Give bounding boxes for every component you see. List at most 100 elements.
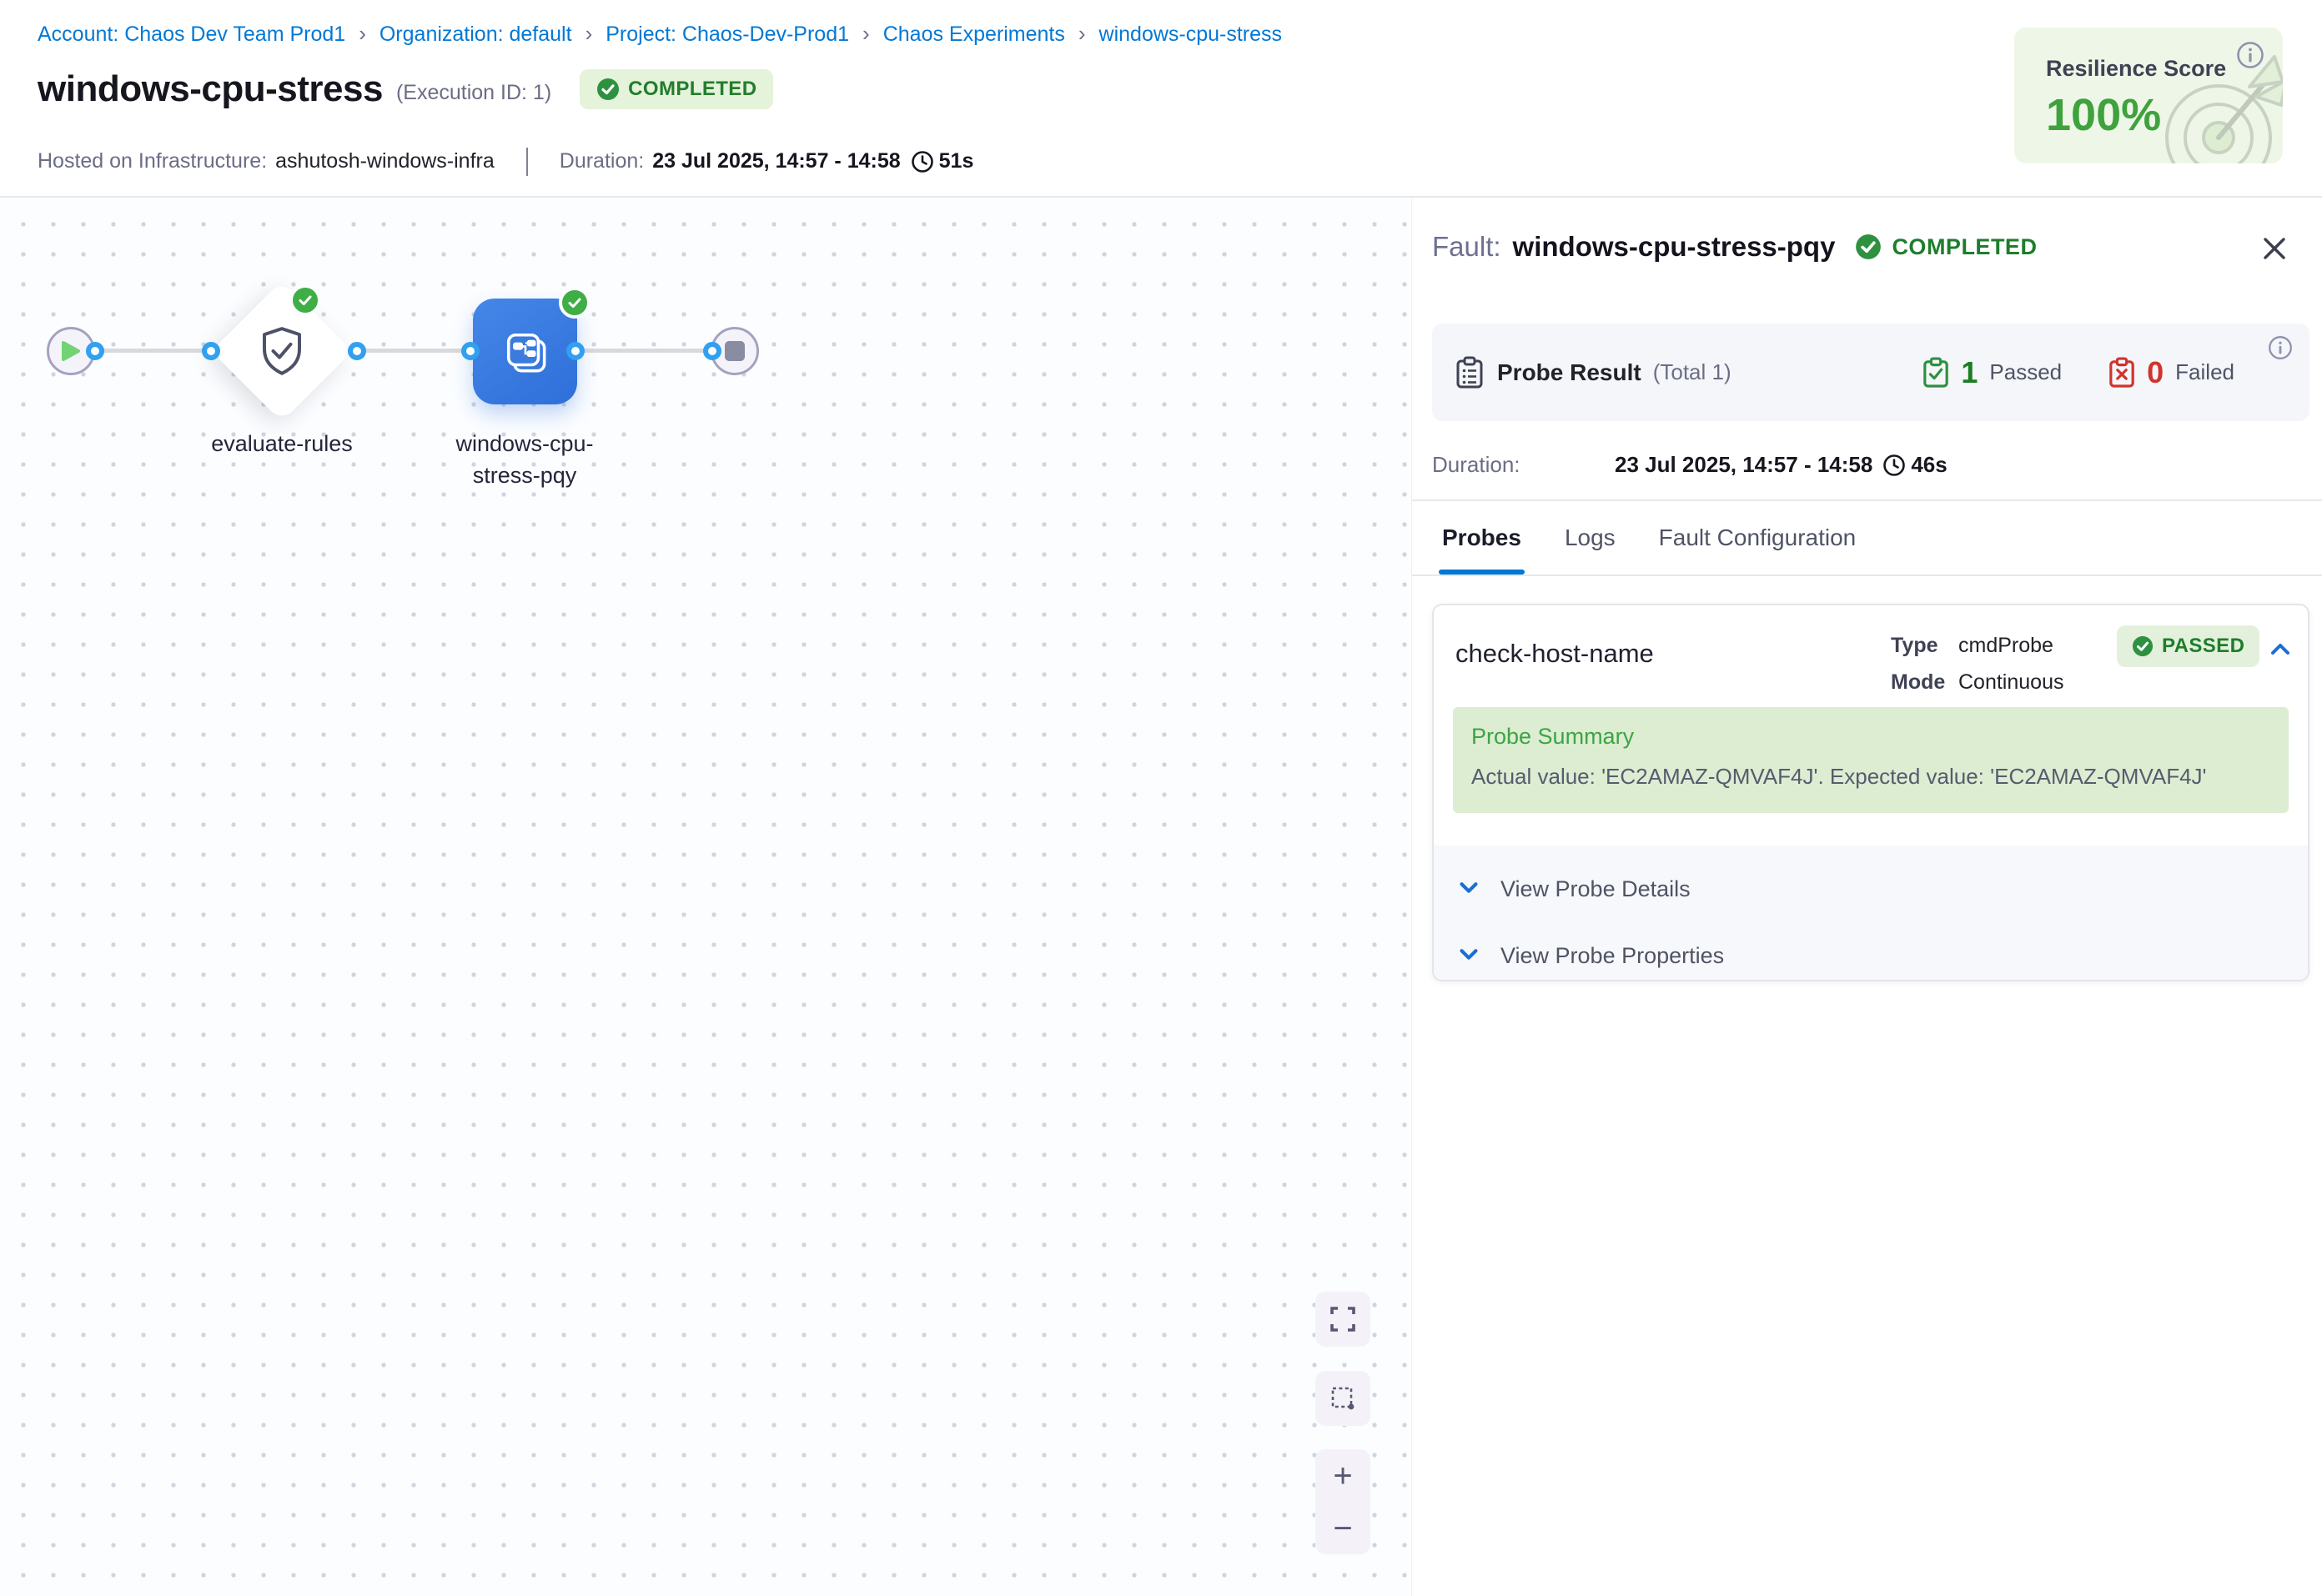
panel-tabs: Probes Logs Fault Configuration (1442, 501, 1856, 575)
passed-count-group: 1 Passed (1922, 355, 2062, 390)
failed-count: 0 (2147, 355, 2164, 390)
passed-count: 1 (1961, 355, 1978, 390)
breadcrumb-project[interactable]: Project: Chaos-Dev-Prod1 (606, 23, 849, 47)
info-icon[interactable] (2268, 335, 2293, 364)
view-probe-properties-label: View Probe Properties (1500, 943, 1724, 969)
stop-icon (724, 340, 746, 362)
node-label-fault-line1: windows-cpu- (433, 428, 616, 459)
check-circle-icon (596, 78, 620, 101)
probe-mode-label: Mode (1891, 670, 1958, 695)
edge (575, 349, 712, 353)
title-row: windows-cpu-stress (Execution ID: 1) COM… (38, 68, 773, 110)
breadcrumb-chaos-experiments[interactable]: Chaos Experiments (883, 23, 1065, 47)
play-icon (60, 339, 82, 363)
chevron-down-icon (1455, 874, 1482, 905)
duration-label: Duration: (1432, 452, 1615, 478)
breadcrumb-organization[interactable]: Organization: default (379, 23, 572, 47)
zoom-out-button[interactable]: − (1333, 1512, 1352, 1545)
breadcrumb-separator-icon: › (1078, 21, 1086, 47)
breadcrumb-account[interactable]: Account: Chaos Dev Team Prod1 (38, 23, 345, 47)
probe-summary-title: Probe Summary (1471, 724, 1634, 750)
node-label-fault-line2: stress-pqy (433, 459, 616, 491)
tab-fault-configuration[interactable]: Fault Configuration (1659, 501, 1857, 575)
node-success-icon (559, 287, 591, 319)
port (202, 342, 220, 360)
probe-status-label: PASSED (2162, 635, 2244, 658)
duration-elapsed: 51s (939, 149, 974, 173)
breadcrumb-separator-icon: › (862, 21, 870, 47)
view-probe-details-label: View Probe Details (1500, 876, 1691, 902)
tab-logs[interactable]: Logs (1565, 501, 1616, 575)
hosted-label: Hosted on Infrastructure: (38, 149, 267, 173)
port (86, 342, 104, 360)
chaos-fault-icon (500, 326, 551, 378)
fault-details-panel: Fault: windows-cpu-stress-pqy COMPLETED … (1411, 198, 2322, 1596)
duration-elapsed: 46s (1911, 452, 1947, 478)
marquee-select-icon (1329, 1384, 1357, 1413)
fault-status-badge: COMPLETED (1855, 233, 2037, 260)
status-badge: COMPLETED (580, 69, 773, 109)
fault-status-label: COMPLETED (1892, 234, 2037, 260)
probe-mode-value: Continuous (1958, 670, 2063, 695)
tab-probes[interactable]: Probes (1442, 501, 1521, 575)
breadcrumb-separator-icon: › (586, 21, 593, 47)
failed-label: Failed (2175, 359, 2234, 385)
status-badge-label: COMPLETED (628, 78, 756, 101)
probe-status-badge: PASSED (2117, 625, 2259, 667)
execution-id: (Execution ID: 1) (396, 81, 551, 105)
view-probe-details[interactable]: View Probe Details (1434, 864, 2308, 914)
probe-card: check-host-name Type cmdProbe Mode Conti… (1432, 604, 2309, 981)
breadcrumb: Account: Chaos Dev Team Prod1 › Organiza… (38, 22, 1282, 48)
port (703, 342, 721, 360)
chevron-up-icon[interactable] (2266, 635, 2294, 668)
chaos-experiment-run-page: Account: Chaos Dev Team Prod1 › Organiza… (0, 0, 2322, 1596)
probe-type-value: cmdProbe (1958, 634, 2053, 658)
failed-count-group: 0 Failed (2108, 355, 2234, 390)
probe-card-footer: View Probe Details View Probe Properties (1434, 846, 2308, 980)
zoom-controls: + − (1315, 1449, 1370, 1554)
passed-label: Passed (1989, 359, 2062, 385)
page-title: windows-cpu-stress (38, 68, 383, 110)
fullscreen-icon (1329, 1305, 1357, 1333)
hosted-value: ashutosh-windows-infra (275, 149, 495, 173)
probe-result-row: Probe Result (Total 1) 1 Passed (1455, 324, 2234, 421)
check-circle-icon (1855, 233, 1882, 260)
divider (526, 148, 528, 176)
probe-type-row: Type cmdProbe (1891, 634, 2053, 658)
node-label-fault: windows-cpu- stress-pqy (433, 428, 616, 491)
edge (95, 349, 211, 353)
fullscreen-button[interactable] (1315, 1292, 1370, 1347)
close-icon[interactable] (2259, 233, 2290, 269)
divider (1412, 575, 2322, 576)
pipeline-canvas[interactable]: evaluate-rules windows-cpu- stress-pqy +… (0, 198, 1411, 1596)
chevron-down-icon (1455, 941, 1482, 971)
shield-check-icon (252, 321, 312, 381)
target-illustration (2156, 50, 2283, 163)
view-probe-properties[interactable]: View Probe Properties (1434, 931, 2308, 981)
port (566, 342, 585, 360)
probe-summary-text: Actual value: 'EC2AMAZ-QMVAF4J'. Expecte… (1471, 764, 2207, 790)
duration-label: Duration: (560, 149, 644, 173)
node-success-icon (289, 284, 321, 316)
fault-header: Fault: windows-cpu-stress-pqy COMPLETED (1432, 231, 2037, 263)
probe-summary-box: Probe Summary Actual value: 'EC2AMAZ-QMV… (1453, 707, 2289, 813)
probe-result-title: Probe Result (1497, 359, 1641, 386)
edge (357, 349, 470, 353)
probe-mode-row: Mode Continuous (1891, 670, 2063, 695)
resilience-score-value: 100% (2046, 89, 2161, 141)
zoom-in-button[interactable]: + (1333, 1459, 1352, 1493)
fault-label: Fault: (1432, 231, 1501, 263)
clock-icon (1882, 454, 1906, 483)
breadcrumb-current[interactable]: windows-cpu-stress (1099, 23, 1283, 47)
node-windows-cpu-stress-pqy[interactable] (473, 299, 577, 404)
duration-value: 23 Jul 2025, 14:57 - 14:58 (652, 149, 900, 173)
failed-clipboard-icon (2108, 357, 2135, 389)
fault-name: windows-cpu-stress-pqy (1513, 231, 1836, 263)
breadcrumb-separator-icon: › (359, 21, 366, 47)
selection-mode-button[interactable] (1315, 1371, 1370, 1426)
duration-value: 23 Jul 2025, 14:57 - 14:58 (1615, 452, 1872, 478)
check-circle-icon (2132, 635, 2154, 657)
passed-clipboard-icon (1922, 357, 1949, 389)
node-label-evaluate-rules: evaluate-rules (190, 428, 374, 459)
probe-name: check-host-name (1455, 639, 1654, 669)
